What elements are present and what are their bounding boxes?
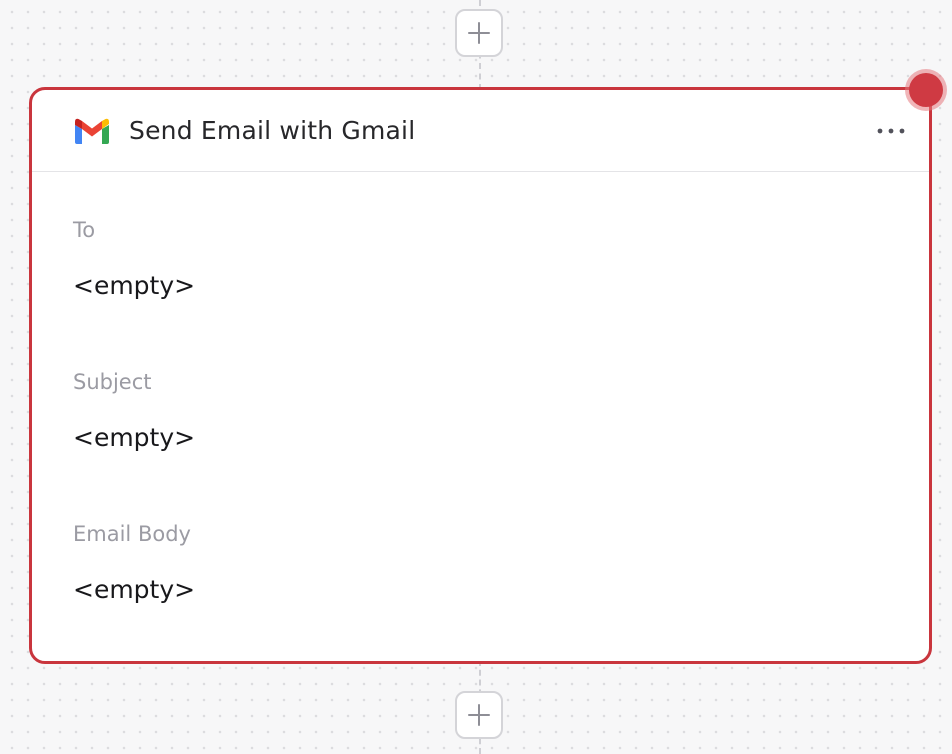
- node-title: Send Email with Gmail: [129, 116, 416, 145]
- node-header: Send Email with Gmail: [32, 90, 929, 172]
- add-step-button-bottom[interactable]: [455, 691, 503, 739]
- more-horizontal-icon: [877, 128, 905, 134]
- node-menu-button[interactable]: [875, 120, 907, 142]
- field-label-email-body: Email Body: [73, 522, 191, 546]
- add-step-button-top[interactable]: [455, 9, 503, 57]
- field-value-email-body: <empty>: [73, 575, 196, 604]
- field-value-to: <empty>: [73, 271, 196, 300]
- field-value-subject: <empty>: [73, 423, 196, 452]
- error-status-indicator: [909, 73, 943, 107]
- plus-icon: [468, 22, 490, 44]
- field-label-subject: Subject: [73, 370, 152, 394]
- gmail-icon: [75, 118, 109, 144]
- plus-icon: [468, 704, 490, 726]
- field-label-to: To: [73, 218, 96, 242]
- gmail-action-node[interactable]: Send Email with Gmail To <empty> Subject…: [29, 87, 932, 664]
